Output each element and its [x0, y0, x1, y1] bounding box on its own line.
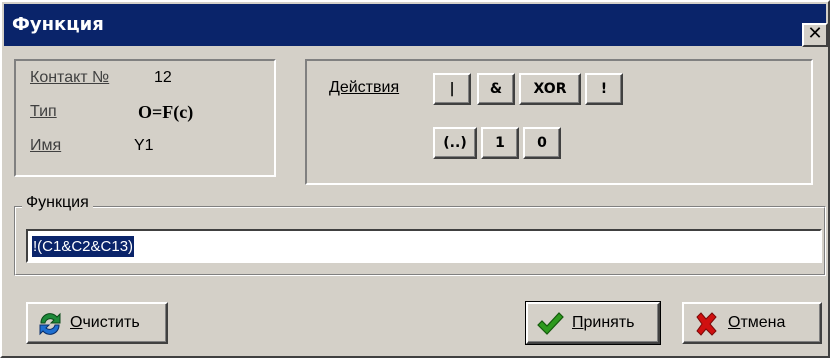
and-operator-button[interactable]: & — [477, 73, 515, 105]
cancel-button[interactable]: Отмена — [682, 302, 822, 344]
xor-operator-button[interactable]: XOR — [519, 73, 581, 105]
contact-type-value: O=F(c) — [138, 102, 194, 122]
clear-button-label: Очистить — [70, 314, 140, 331]
clear-button[interactable]: Очистить — [26, 302, 168, 344]
function-input[interactable]: !(C1&C2&C13) — [26, 229, 822, 263]
constant-one-button[interactable]: 1 — [481, 127, 519, 159]
or-operator-button[interactable]: | — [433, 73, 471, 105]
contact-type-label: Тип — [30, 103, 57, 120]
function-dialog: Функция ✕ Контакт № 12 Тип O=F(c) Имя Y1… — [0, 0, 830, 358]
not-operator-button[interactable]: ! — [585, 73, 623, 105]
actions-panel: Действия | & XOR ! (..) 1 0 — [305, 59, 813, 185]
contact-name-value: Y1 — [134, 137, 154, 154]
accept-button-label: Принять — [572, 314, 635, 331]
constant-zero-button[interactable]: 0 — [523, 127, 561, 159]
contact-info-panel: Контакт № 12 Тип O=F(c) Имя Y1 — [14, 59, 276, 177]
parentheses-button[interactable]: (..) — [433, 127, 477, 159]
accept-button[interactable]: Принять — [525, 301, 661, 345]
actions-label: Действия — [329, 79, 400, 96]
function-input-value: !(C1&C2&C13) — [30, 235, 136, 258]
refresh-icon — [39, 312, 61, 336]
title-bar[interactable]: Функция ✕ — [4, 4, 828, 47]
close-button[interactable]: ✕ — [802, 23, 828, 47]
window-title: Функция — [12, 14, 104, 35]
contact-name-label: Имя — [30, 137, 62, 154]
red-x-icon — [696, 312, 717, 336]
function-group-label: Функция — [22, 194, 93, 212]
contact-number-label: Контакт № — [30, 69, 110, 86]
contact-number-value: 12 — [154, 69, 172, 86]
cancel-button-label: Отмена — [728, 314, 786, 331]
checkmark-icon — [537, 312, 564, 335]
close-icon: ✕ — [807, 23, 823, 44]
